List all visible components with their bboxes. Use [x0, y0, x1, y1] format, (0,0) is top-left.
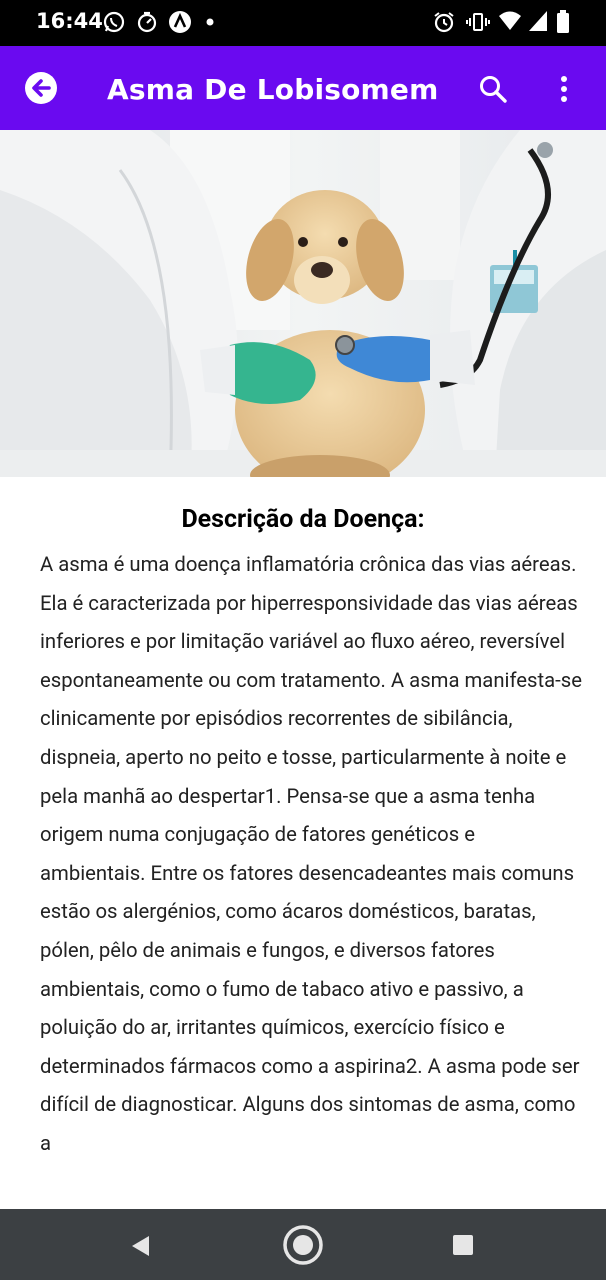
system-nav-bar	[0, 1209, 606, 1280]
more-options-icon[interactable]	[552, 74, 576, 104]
dot-icon	[206, 18, 214, 26]
content-area[interactable]: Descrição da Doença: A asma é uma doença…	[0, 477, 606, 1209]
recents-square-icon[interactable]	[452, 1234, 474, 1256]
battery-icon	[557, 10, 569, 33]
activity-icon	[137, 11, 157, 33]
description-heading: Descrição da Doença:	[181, 505, 425, 534]
vibrate-icon	[466, 13, 490, 31]
home-circle-icon[interactable]	[282, 1224, 324, 1266]
wifi-icon	[499, 11, 521, 30]
status-bar: 16:44	[0, 0, 606, 46]
status-time: 16:44	[36, 9, 103, 33]
alarm-icon	[434, 12, 454, 33]
app-a-icon	[169, 11, 191, 33]
back-arrow-icon[interactable]	[24, 71, 58, 105]
description-text: A asma é uma doença inflamatória crônica…	[40, 552, 582, 1155]
page-title: Asma De Lobisomem	[107, 73, 439, 106]
search-icon[interactable]	[478, 74, 508, 104]
hero-image	[0, 130, 606, 477]
signal-icon	[529, 11, 547, 31]
whatsapp-icon	[103, 11, 125, 33]
app-bar: Asma De Lobisomem	[0, 46, 606, 130]
back-triangle-icon[interactable]	[129, 1234, 153, 1258]
vet-with-dog-image	[0, 130, 606, 477]
